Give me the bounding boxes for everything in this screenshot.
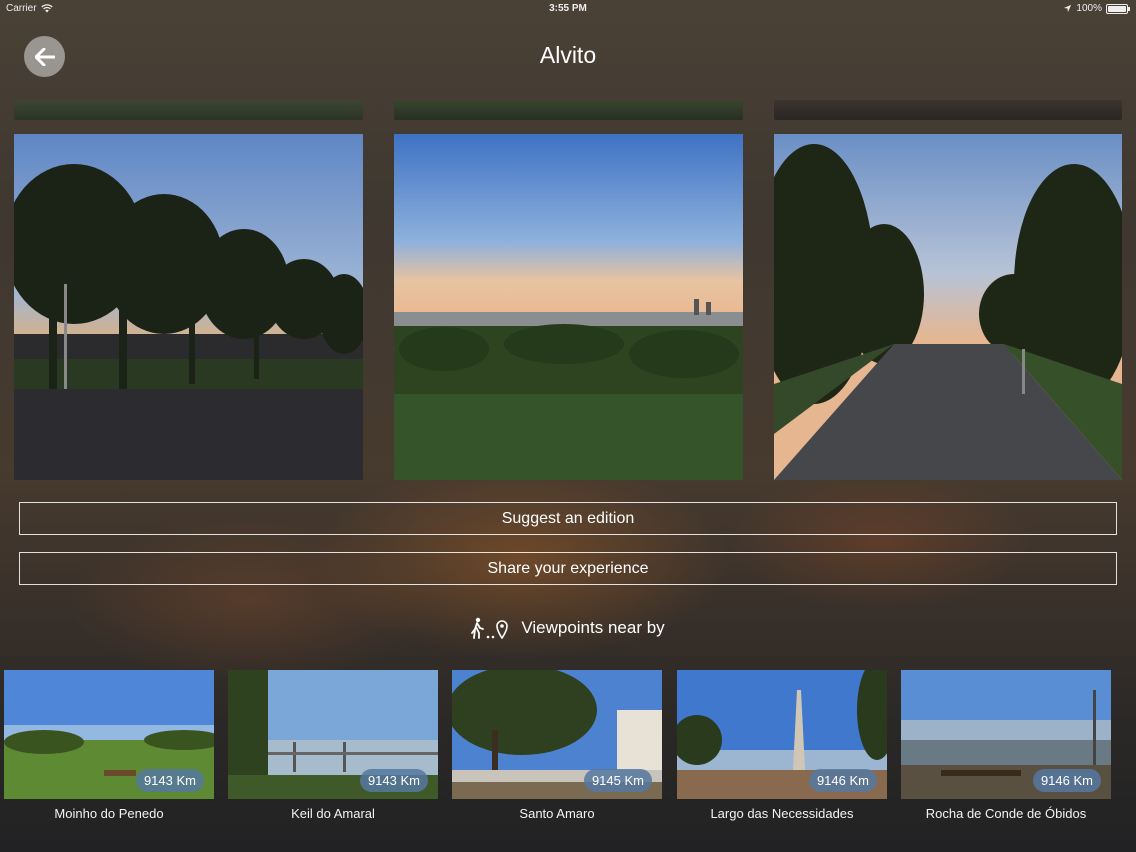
nearby-name: Santo Amaro — [519, 806, 595, 821]
gallery-photo[interactable] — [774, 134, 1122, 480]
nearby-name: Keil do Amaral — [291, 806, 375, 821]
nearby-thumbnail: 9143 Km — [228, 670, 438, 799]
status-time: 3:55 PM — [549, 3, 587, 14]
nearby-thumbnail: 9146 Km — [677, 670, 887, 799]
nearby-name: Moinho do Penedo — [54, 806, 164, 821]
suggest-edition-button[interactable]: Suggest an edition — [19, 502, 1117, 535]
nearby-card[interactable]: 9146 Km Rocha de Conde de Óbidos — [901, 670, 1111, 821]
distance-badge: 9146 Km — [1032, 769, 1101, 792]
nearby-card[interactable]: 9145 Km Santo Amaro — [452, 670, 662, 821]
nearby-title: Viewpoints near by — [521, 618, 665, 637]
photo-strip[interactable] — [14, 100, 363, 120]
location-arrow-icon — [1064, 4, 1072, 13]
nearby-name: Largo das Necessidades — [710, 806, 854, 821]
distance-badge: 9146 Km — [808, 769, 877, 792]
battery-icon — [1106, 3, 1130, 14]
nearby-thumbnail: 9145 Km — [452, 670, 662, 799]
page-title: Alvito — [539, 42, 597, 68]
nearby-card[interactable]: 9143 Km Keil do Amaral — [228, 670, 438, 821]
distance-badge: 9143 Km — [359, 769, 428, 792]
photo-strip[interactable] — [774, 100, 1122, 120]
nearby-header: Viewpoints near by — [0, 616, 1136, 640]
nearby-card[interactable]: 9143 Km Moinho do Penedo — [4, 670, 214, 821]
gallery-photo[interactable] — [394, 134, 743, 480]
distance-badge: 9143 Km — [135, 769, 204, 792]
photo-strip[interactable] — [394, 100, 743, 120]
gallery-photo[interactable] — [14, 134, 363, 480]
status-bar: Carrier 3:55 PM 100% — [0, 0, 1136, 18]
nearby-thumbnail: 9143 Km — [4, 670, 214, 799]
walking-person-pin-icon — [471, 617, 509, 639]
battery-percent: 100% — [1076, 3, 1102, 14]
nearby-card[interactable]: 9146 Km Largo das Necessidades — [677, 670, 887, 821]
share-experience-button[interactable]: Share your experience — [19, 552, 1117, 585]
distance-badge: 9145 Km — [583, 769, 652, 792]
nearby-name: Rocha de Conde de Óbidos — [925, 806, 1087, 821]
nearby-thumbnail: 9146 Km — [901, 670, 1111, 799]
